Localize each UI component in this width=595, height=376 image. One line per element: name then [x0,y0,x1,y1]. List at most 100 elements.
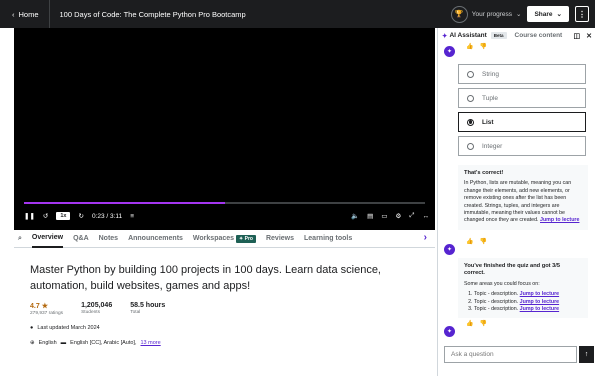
search-icon[interactable]: ⌕ [18,235,22,243]
tab-learning-tools[interactable]: Learning tools [304,230,352,248]
rating-stat: 4.7 ★ 279,937 ratings [30,302,63,316]
tab-overview[interactable]: Overview [31,230,64,248]
list-item: Topic - description. Jump to lecture [474,299,582,306]
pro-badge: ✦ Pro [236,234,256,243]
arrow-up-icon: ↑ [584,351,589,358]
expand-icon[interactable]: ↔ [423,213,430,220]
quiz-option-string[interactable]: String [458,64,586,84]
rewind-icon[interactable]: ↺ [43,212,48,220]
home-link[interactable]: ‹ Home [0,0,50,28]
thumbs-down-icon[interactable]: 👎 [479,238,486,245]
tab-bar: ⌕ Overview Q&A Notes Announcements Works… [14,230,435,248]
fullscreen-icon[interactable]: ⤢ [409,212,414,220]
radio-icon [467,94,474,102]
students-value: 1,205,046 [81,302,113,309]
students-label: Students [81,310,101,315]
ratings-count: 279,937 ratings [30,311,64,316]
hours-label: Total [130,310,141,315]
course-stats: 4.7 ★ 279,937 ratings 1,205,046 Students… [30,302,425,316]
tab-reviews[interactable]: Reviews [266,230,294,248]
add-note-icon[interactable]: ≡ [130,213,134,220]
thumbs-up-icon[interactable]: 👍 [466,43,473,50]
chevron-left-icon: ‹ [12,9,15,19]
tab-qa[interactable]: Q&A [73,230,89,248]
ai-avatar-icon: ✦ [444,244,455,255]
course-content-tab[interactable]: Course content [515,32,563,39]
course-title[interactable]: 100 Days of Code: The Complete Python Pr… [50,10,246,19]
top-bar: ‹ Home 100 Days of Code: The Complete Py… [0,0,595,28]
forward-icon[interactable]: ↻ [78,212,83,220]
feedback-row: 👍 👎 [466,320,487,327]
list-item: Topic - description. Jump to lecture [474,291,582,298]
close-icon[interactable]: ✕ [586,32,592,40]
feedback-row: 👍 👎 [466,238,487,245]
last-updated: ● Last updated March 2024 [30,325,425,331]
jump-to-lecture-link[interactable]: Jump to lecture [520,299,559,305]
tab-workspaces[interactable]: Workspaces ✦ Pro [193,230,256,248]
list-item: Topic - description. Jump to lecture [474,306,582,313]
playback-speed-button[interactable]: 1x [56,212,71,220]
ai-message-correct: That's correct! In Python, lists are mut… [458,165,588,230]
panel-toggle-icon[interactable]: ◫ [574,32,581,40]
volume-icon[interactable]: 🔈 [351,212,359,220]
ask-question-input[interactable] [444,346,577,363]
rating-value: 4.7 [30,303,40,310]
jump-to-lecture-link[interactable]: Jump to lecture [520,306,559,312]
tab-announcements[interactable]: Announcements [128,230,183,248]
video-player[interactable]: ❚❚ ↺ 1x ↻ 0:23 / 3:11 ≡ 🔈 ▤ ▭ ⚙ ⤢ ↔ [14,28,435,230]
students-stat: 1,205,046 Students [81,302,112,316]
star-icon: ★ [41,303,48,310]
share-button[interactable]: Share ⌄ [527,6,569,22]
thumbs-up-icon[interactable]: 👍 [466,320,473,327]
sparkle-icon: ✦ [442,32,448,40]
finished-title: You've finished the quiz and got 3/5 cor… [464,263,561,277]
more-captions-link[interactable]: 13 more [141,340,161,346]
language-text: English [38,340,57,346]
languages: ⊕ English ▬ English [CC], Arabic [Auto],… [30,340,425,346]
share-label: Share [534,10,553,18]
progress-label: Your progress [471,10,513,18]
thumbs-down-icon[interactable]: 👎 [479,43,486,50]
correct-title: That's correct! [464,170,504,176]
alert-icon: ● [30,325,34,331]
ai-avatar-icon: ✦ [444,326,455,337]
chevron-right-icon[interactable]: › [424,232,427,243]
feedback-row: 👍 👎 [466,43,487,50]
jump-to-lecture-link[interactable]: Jump to lecture [540,217,579,223]
video-progress-fill [24,202,225,204]
tab-notes[interactable]: Notes [99,230,118,248]
captions-icon[interactable]: ▭ [381,212,387,220]
time-display: 0:23 / 3:11 [91,212,123,220]
ai-assistant-tab[interactable]: AI Assistant [449,32,486,39]
video-controls: ❚❚ ↺ 1x ↻ 0:23 / 3:11 ≡ 🔈 ▤ ▭ ⚙ ⤢ ↔ [24,209,429,223]
thumbs-down-icon[interactable]: 👎 [479,320,486,327]
thumbs-up-icon[interactable]: 👍 [466,238,473,245]
quiz-option-list[interactable]: List [458,112,586,132]
captions-text: English [CC], Arabic [Auto], [70,340,137,346]
option-label: Integer [482,142,503,150]
captions-icon: ▬ [60,340,67,346]
correct-body: In Python, lists are mutable, meaning yo… [464,180,580,224]
quiz-option-integer[interactable]: Integer [458,136,586,156]
ai-avatar-icon: ✦ [444,46,455,57]
progress-button[interactable]: 🏆 Your progress ⌄ [450,5,521,23]
radio-icon [467,70,474,78]
hours-value: 58.5 hours [130,302,166,309]
option-label: Tuple [482,94,499,102]
hours-stat: 58.5 hours Total [130,302,165,316]
option-label: String [482,70,499,78]
settings-icon[interactable]: ⚙ [395,212,401,220]
more-options-button[interactable]: ⋮ [575,6,589,22]
video-progress-bar[interactable] [24,202,425,204]
transcript-icon[interactable]: ▤ [367,212,373,220]
topic-list: Topic - description. Jump to lecture Top… [464,291,582,313]
jump-to-lecture-link[interactable]: Jump to lecture [520,291,559,297]
tab-workspaces-label: Workspaces [192,235,235,242]
send-button[interactable]: ↑ [579,346,594,363]
pause-icon[interactable]: ❚❚ [24,212,35,220]
chevron-down-icon: ⌄ [556,11,562,18]
quiz-option-tuple[interactable]: Tuple [458,88,586,108]
ai-message-summary: You've finished the quiz and got 3/5 cor… [458,258,588,319]
focus-intro: Some areas you could focus on: [464,280,540,287]
radio-icon [467,142,474,150]
